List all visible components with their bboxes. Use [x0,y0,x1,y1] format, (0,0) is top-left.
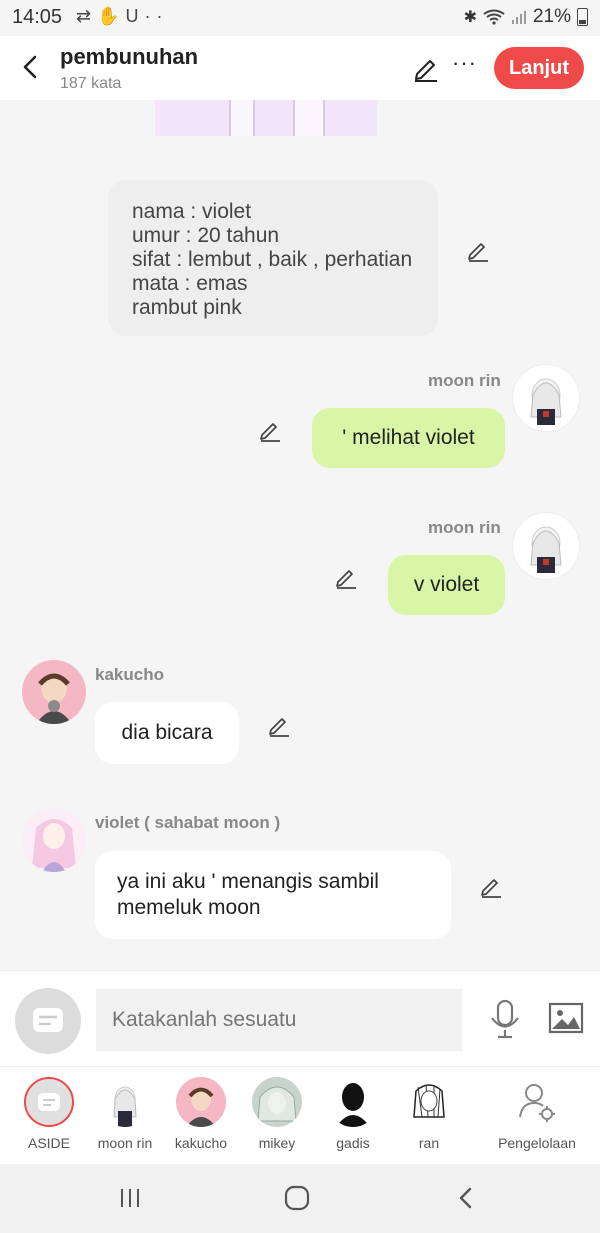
avatar [176,1077,226,1127]
message-bubble[interactable]: dia bicara [95,702,239,764]
sender-name: moon rin [428,518,501,537]
sender-name: moon rin [428,371,501,390]
dots-icon: ·· [144,6,169,26]
image-detail [293,100,325,136]
microphone-icon[interactable] [488,999,522,1039]
system-nav-bar [0,1164,600,1233]
character-label: ASIDE [27,1135,70,1151]
image-detail [229,100,255,136]
narration-line: nama : violet [132,200,252,223]
message-bubble[interactable]: ' melihat violet [312,408,505,468]
next-button[interactable]: Lanjut [494,47,584,89]
manage-characters-button[interactable]: Pengelolaan [494,1077,580,1151]
edit-pencil-icon[interactable] [267,713,291,737]
status-right: ✱ 21% [464,6,588,28]
character-label: gadis [336,1135,370,1151]
story-title: pembunuhan [60,44,199,69]
edit-pencil-icon[interactable] [466,238,490,262]
sender-name: kakucho [95,665,164,684]
character-label: ran [418,1135,440,1151]
avatar[interactable] [512,512,580,580]
battery-icon [577,8,588,26]
wifi-icon [483,9,505,25]
back-arrow-icon[interactable] [16,52,46,82]
status-time: 14:05 [12,6,63,28]
message-input[interactable] [96,989,462,1051]
character-bar: ASIDE moon rin kakucho mikey gadis ran P… [0,1066,600,1165]
narration-line: sifat : lembut , baik , perhatian [132,248,413,271]
message-bubble[interactable]: v violet [388,555,505,615]
word-count: 187 kata [60,75,122,92]
narration-line: umur : 20 tahun [132,224,280,247]
character-gadis[interactable]: gadis [315,1077,391,1151]
aside-toggle-button[interactable] [15,988,81,1054]
manage-icon-wrap [512,1077,562,1127]
input-bar [0,970,600,1067]
more-options-icon[interactable]: ··· [452,50,477,76]
magnet-icon: U [125,6,145,26]
home-icon[interactable] [284,1185,310,1211]
character-label: moon rin [97,1135,153,1151]
battery-percent: 21% [532,6,571,27]
message-text: ' melihat violet [342,426,475,449]
sender-name: violet ( sahabat moon ) [95,813,281,832]
message-text: v violet [413,573,480,596]
character-label: Pengelolaan [498,1135,576,1151]
narration-bubble[interactable]: nama : violet umur : 20 tahun sifat : le… [108,180,438,336]
edit-pencil-icon[interactable] [258,418,282,442]
image-upload-icon[interactable] [548,1001,584,1035]
status-left-icons: ⇄✋U·· [76,6,169,27]
character-ran[interactable]: ran [391,1077,467,1151]
avatar [328,1077,378,1127]
signal-icon [511,11,526,24]
edit-pencil-icon[interactable] [479,874,503,898]
aside-avatar [24,1077,74,1127]
character-label: mikey [258,1135,296,1151]
character-aside[interactable]: ASIDE [11,1077,87,1151]
avatar [404,1077,454,1127]
message-text: ya ini aku ' menangis sambil memeluk moo… [117,870,379,919]
message-text: dia bicara [121,721,213,744]
avatar[interactable] [512,364,580,432]
avatar[interactable] [22,808,86,872]
status-bar: 14:05 ⇄✋U·· ✱ 21% [0,0,600,36]
sync-icon: ⇄ [76,6,98,26]
back-nav-icon[interactable] [456,1186,476,1210]
story-image[interactable] [155,100,377,136]
narration-line: mata : emas [132,272,248,295]
edit-pencil-icon[interactable] [412,54,440,82]
hand-icon: ✋ [97,6,126,26]
edit-pencil-icon[interactable] [334,565,358,589]
avatar [100,1077,150,1127]
chat-bubble-icon [33,1008,63,1032]
message-bubble[interactable]: ya ini aku ' menangis sambil memeluk moo… [95,851,451,939]
avatar[interactable] [22,660,86,724]
recent-apps-icon[interactable] [118,1186,142,1210]
character-mikey[interactable]: mikey [239,1077,315,1151]
character-label: kakucho [174,1135,228,1151]
top-header: pembunuhan 187 kata ··· Lanjut [0,36,600,100]
avatar [252,1077,302,1127]
user-settings-icon [519,1084,555,1122]
character-kakucho[interactable]: kakucho [163,1077,239,1151]
bluetooth-icon: ✱ [463,9,477,26]
character-moon-rin[interactable]: moon rin [87,1077,163,1151]
narration-line: rambut pink [132,296,242,319]
